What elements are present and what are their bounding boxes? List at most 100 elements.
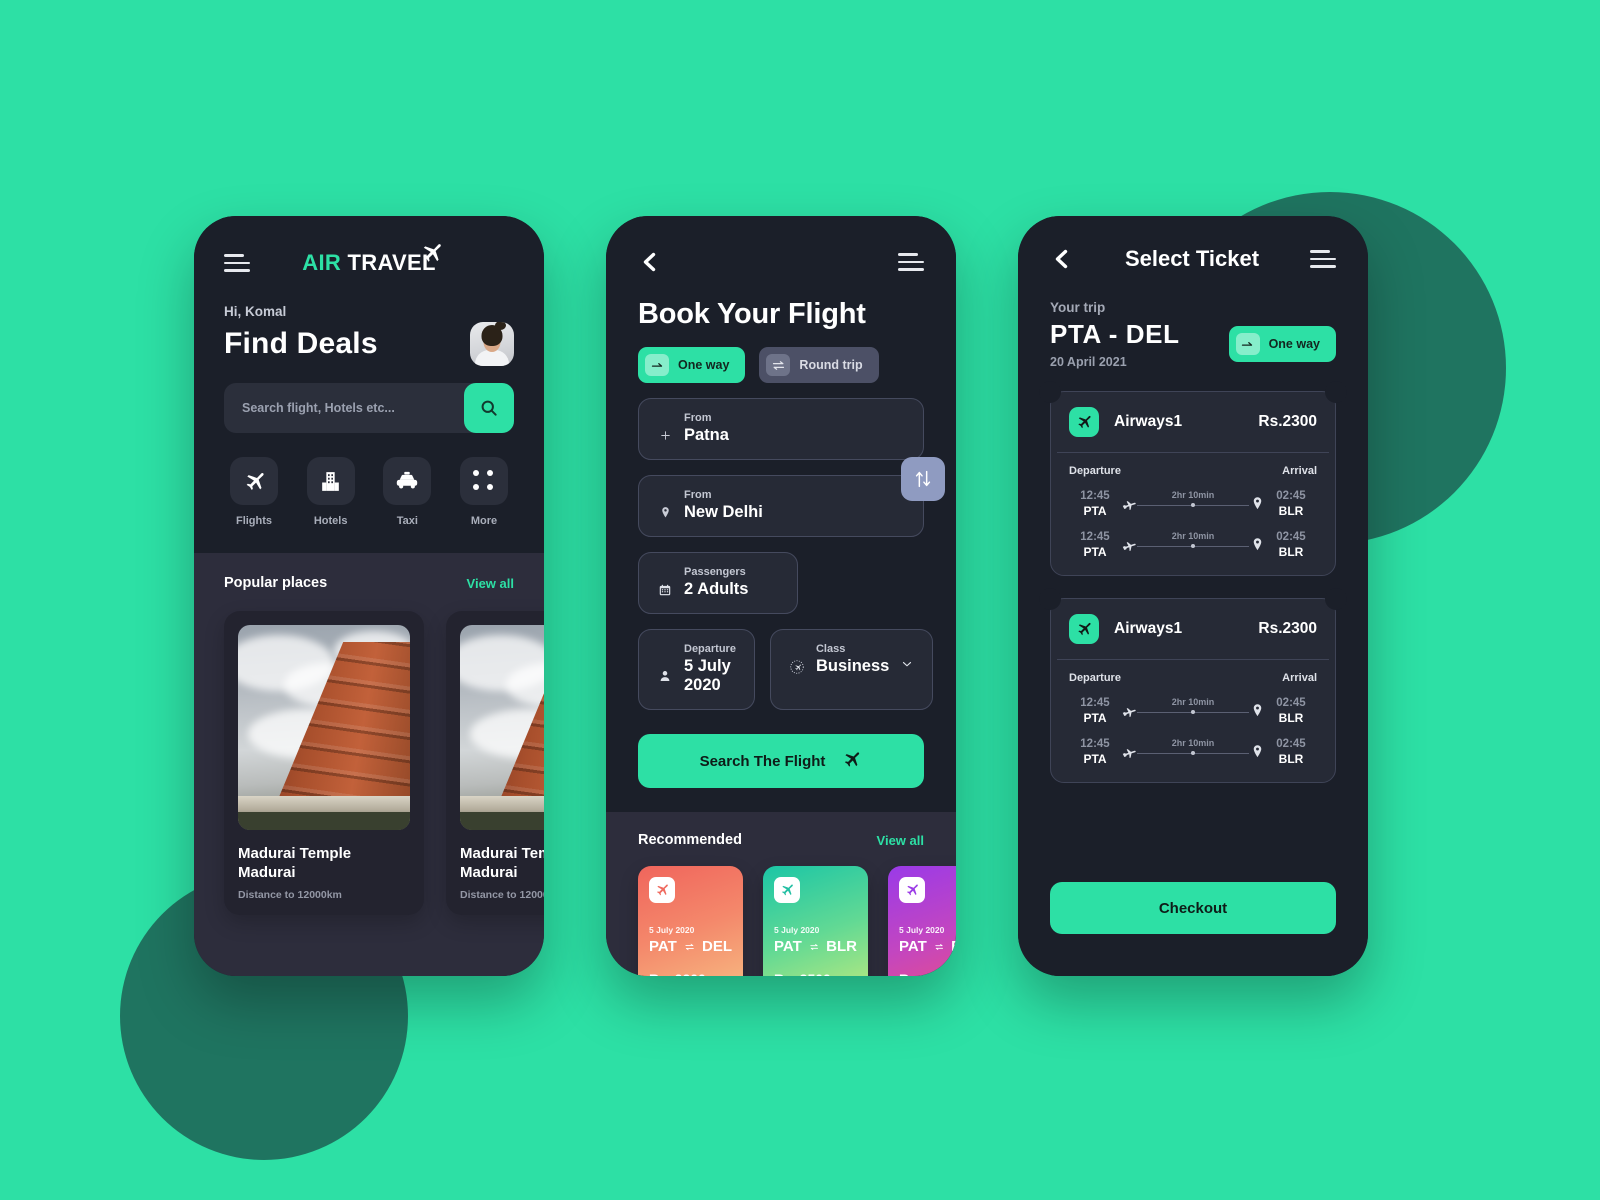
departure-code: PTA (1083, 504, 1107, 518)
departure-time: 12:45 (1080, 490, 1110, 502)
search-flight-button[interactable]: Search The Flight (638, 734, 924, 788)
four-dots-icon (459, 457, 508, 505)
place-image (460, 625, 544, 830)
home-headline-row: Find Deals (224, 322, 514, 366)
search-flight-label: Search The Flight (699, 752, 826, 770)
category-hotels[interactable]: Hotels (301, 457, 361, 527)
category-more[interactable]: More (454, 457, 514, 527)
airplane-icon (1122, 501, 1136, 511)
checkout-button[interactable]: Checkout (1050, 882, 1336, 934)
ticket-card[interactable]: Airways1 Rs.2300 Departure Arrival 12:45… (1039, 381, 1347, 576)
arrival-code: BLR (1278, 711, 1304, 725)
avatar[interactable] (470, 322, 514, 366)
flight-leg: 12:45 PTA 2hr 10min 02:45 BLR (1069, 697, 1317, 725)
round-trip-arrows-icon (685, 943, 694, 950)
trip-route-block: PTA - DEL 20 April 2021 (1050, 319, 1180, 369)
tab-one-way[interactable]: One way (638, 347, 746, 383)
airline-name: Airways1 (1114, 413, 1183, 430)
departure-col-label: Departure (1069, 672, 1121, 684)
hamburger-icon[interactable] (898, 253, 924, 271)
airplane-icon (649, 877, 675, 903)
rec-date: 5 July 2020 (649, 925, 695, 935)
your-trip-label: Your trip (1050, 300, 1106, 315)
recommended-card[interactable]: 5 July 2020 PAT BLR Rs. 3500 (763, 866, 868, 976)
map-pin-icon (1253, 538, 1262, 551)
flight-leg: 12:45 PTA 2hr 10min 02:45 BLR (1069, 738, 1317, 766)
category-label: Taxi (396, 515, 418, 527)
departure-class-row: Departure 5 July 2020 Class Business (638, 614, 934, 710)
person-icon (657, 669, 673, 683)
passengers-field[interactable]: Passengers 2 Adults (638, 552, 798, 614)
ticket-body: Departure Arrival 12:45 PTA 2hr 10min 02:… (1039, 381, 1347, 575)
greeting-text: Hi, Komal (224, 304, 287, 319)
class-field[interactable]: Class Business (769, 629, 934, 710)
swap-vertical-icon[interactable] (901, 457, 945, 501)
airplane-icon (230, 457, 278, 505)
departure-code: PTA (1083, 711, 1107, 725)
category-taxi[interactable]: Taxi (377, 457, 437, 527)
calendar-icon (657, 583, 673, 597)
leg-duration: 2hr 10min (1171, 531, 1215, 541)
chevron-left-icon[interactable] (1050, 247, 1074, 271)
category-flights[interactable]: Flights (224, 457, 284, 527)
origin-field[interactable]: From Patna (638, 398, 945, 501)
hamburger-icon[interactable] (224, 254, 250, 272)
map-pin-icon (1253, 704, 1262, 717)
brand-logo: AIR TRAVEL (302, 244, 442, 276)
leg-duration: 2hr 10min (1171, 490, 1215, 500)
airplane-icon (774, 877, 800, 903)
tab-round-trip[interactable]: Round trip (759, 347, 879, 383)
place-distance: Distance to 12000km (460, 889, 544, 902)
ticket-notch-left (1039, 381, 1061, 403)
field-label: Passengers (684, 566, 746, 578)
brand-air-text: AIR (302, 250, 342, 275)
hotel-building-icon (306, 457, 355, 505)
category-label: Flights (235, 515, 273, 527)
round-trip-arrows-icon (810, 943, 818, 950)
page-title: Select Ticket (1124, 246, 1260, 271)
arrival-code: BLR (1278, 545, 1304, 559)
search-icon[interactable] (464, 383, 514, 433)
view-all-link[interactable]: View all (877, 833, 924, 848)
ticket-card[interactable]: Airways1 Rs.2300 Departure Arrival 12:45… (1039, 588, 1347, 783)
rec-price: Rs. 2200 (649, 971, 732, 976)
ticket-notch-left (1039, 588, 1061, 610)
departure-time: 12:45 (1080, 738, 1110, 750)
hamburger-icon[interactable] (1310, 250, 1336, 268)
recommended-header: Recommended View all (638, 832, 924, 848)
category-label: More (470, 515, 498, 527)
leg-duration: 2hr 10min (1171, 738, 1215, 748)
rec-price: Rs. 3500 (774, 971, 857, 976)
place-card[interactable]: Madurai TempleMadurai Distance to 12000k… (446, 611, 544, 916)
field-label: Class (815, 643, 846, 655)
place-card[interactable]: Madurai TempleMadurai Distance to 12000k… (224, 611, 424, 916)
recommended-card-list: 5 July 2020 PAT DEL Rs. 2200 5 July 2020… (638, 866, 956, 976)
trip-type-tabs: One way Round trip (638, 347, 924, 383)
chevron-left-icon[interactable] (638, 250, 662, 274)
departure-field[interactable]: Departure 5 July 2020 (638, 629, 755, 710)
trip-summary-row: PTA - DEL 20 April 2021 One way (1050, 319, 1336, 369)
trip-type-badge[interactable]: One way (1228, 326, 1336, 362)
place-name: Madurai TempleMadurai (238, 845, 352, 882)
place-image (238, 625, 410, 830)
home-top-section: AIR TRAVEL Hi, Komal Find Deals Search f… (194, 216, 544, 553)
tab-label: Round trip (799, 358, 863, 372)
trip-route: PTA - DEL (1050, 319, 1180, 349)
airline-name: Airways1 (1114, 620, 1183, 637)
field-value: 2 Adults (684, 580, 749, 598)
search-bar (224, 383, 514, 433)
view-all-link[interactable]: View all (467, 576, 514, 591)
place-card-list: Madurai Temple Madurai Distance to 12000k… (224, 611, 544, 916)
departure-code: PTA (1083, 752, 1107, 766)
ticket-screen: Select Ticket Your trip PTA - DEL 20 Apr… (1018, 216, 1368, 976)
field-label: From (684, 412, 712, 424)
category-list: Flights Hotels Taxi More (224, 457, 514, 553)
airplane-icon (1069, 614, 1099, 644)
recommended-card[interactable]: 5 July 2020 PAT BLR Rs. 4200 (888, 866, 956, 976)
destination-field[interactable]: From New Delhi (638, 475, 924, 537)
recommended-card[interactable]: 5 July 2020 PAT DEL Rs. 2200 (638, 866, 743, 976)
chevron-down-icon[interactable] (900, 657, 914, 676)
arrival-time: 02:45 (1276, 531, 1306, 543)
arrival-time: 02:45 (1276, 738, 1306, 750)
phone-screen-home: AIR TRAVEL Hi, Komal Find Deals Search f… (194, 216, 544, 976)
